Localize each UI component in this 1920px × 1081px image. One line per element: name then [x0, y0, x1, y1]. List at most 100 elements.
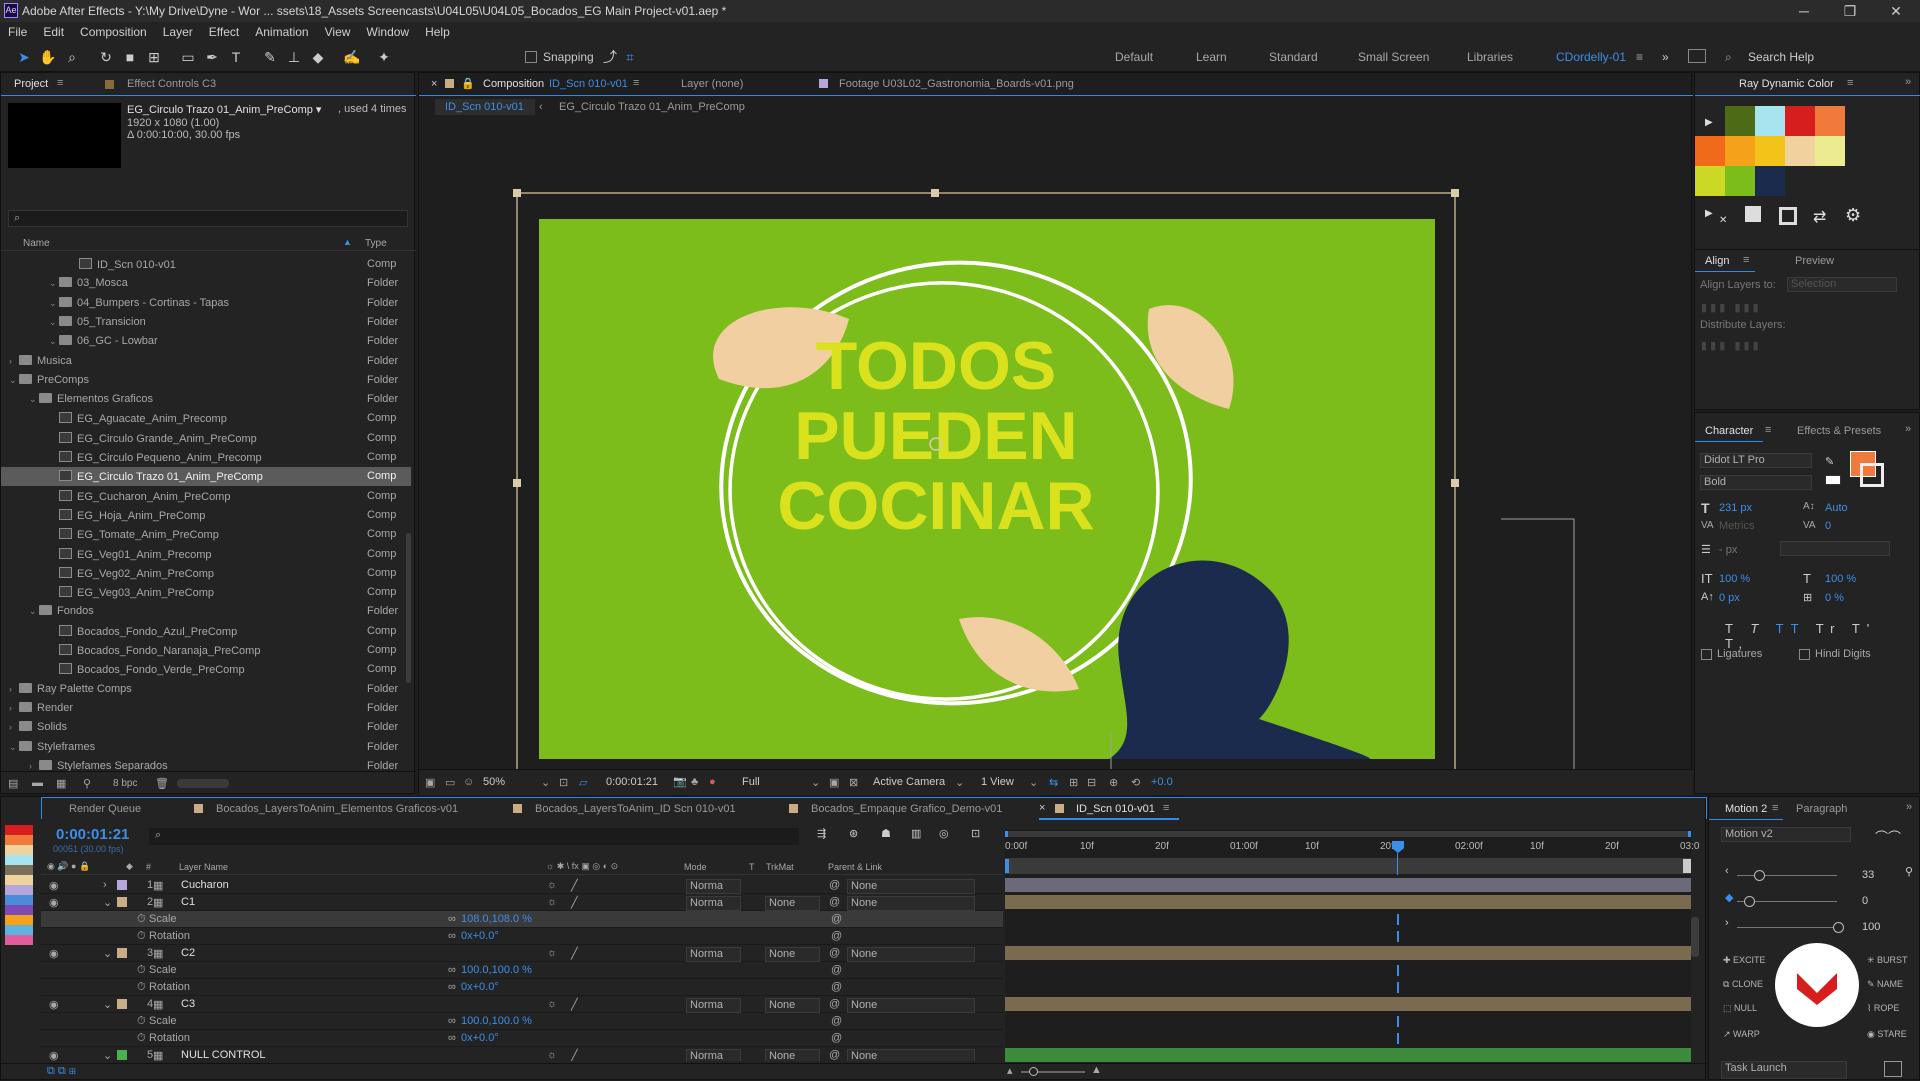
property-row[interactable]: ⏱ Scale ∞ 100.0,100.0 % @	[41, 1013, 1003, 1030]
disclosure-triangle-icon[interactable]: ⌄	[29, 606, 39, 617]
tab-motion2[interactable]: Motion 2	[1725, 803, 1767, 815]
toggle-pixel-aspect-icon[interactable]: ⇆	[1049, 776, 1058, 789]
always-preview-icon[interactable]: ▣	[425, 776, 435, 789]
layer-label-color[interactable]	[117, 1050, 127, 1060]
property-value[interactable]: 100.0,100.0 %	[461, 1015, 532, 1027]
ligatures-checkbox[interactable]	[1701, 649, 1712, 660]
tab-preview[interactable]: Preview	[1795, 255, 1834, 267]
shy-switch-icon[interactable]: ☼	[547, 1049, 557, 1061]
project-comp-row[interactable]: EG_Cucharon_Anim_PreComp Comp	[1, 487, 411, 506]
shy-layers-icon[interactable]: ☗	[881, 827, 891, 840]
selection-tool-icon[interactable]: ➤	[14, 47, 34, 67]
property-row[interactable]: ⏱ Rotation ∞ 0x+0.0° @	[41, 928, 1003, 945]
graph-editor-icon[interactable]: ⊡	[971, 827, 980, 840]
white-swatch[interactable]	[1825, 475, 1841, 485]
rope-button[interactable]: ⌇ ROPE	[1867, 1003, 1899, 1014]
slider3-track[interactable]	[1737, 927, 1837, 928]
constrain-proportions-icon[interactable]: ∞	[448, 981, 456, 993]
project-folder-row[interactable]: ⌄ 06_GC - Lowbar Folder	[1, 332, 411, 351]
motion-blur-icon[interactable]: ◎	[939, 827, 949, 840]
zoom-level[interactable]: 50%	[483, 776, 505, 788]
workspace-standard[interactable]: Standard	[1269, 50, 1318, 64]
property-value[interactable]: 0x+0.0°	[461, 981, 499, 993]
adjust-settings-icon[interactable]: ⚲	[83, 777, 91, 790]
project-comp-row[interactable]: Bocados_Fondo_Verde_PreComp Comp	[1, 660, 411, 679]
blend-mode-dropdown[interactable]: Norma	[686, 998, 741, 1013]
motion-preset-dropdown[interactable]: Motion v2	[1721, 827, 1851, 842]
pick-whip-icon[interactable]: @	[829, 998, 840, 1010]
col-type[interactable]: Type	[365, 238, 387, 249]
transparency-grid-icon[interactable]: ⊠	[849, 776, 858, 789]
project-folder-row[interactable]: ⌄ Styleframes Folder	[1, 738, 411, 757]
stopwatch-icon[interactable]: ⏱	[137, 1032, 146, 1045]
swatch-1[interactable]	[1725, 106, 1755, 136]
palette-settings-icon[interactable]: ⚙	[1845, 205, 1861, 226]
close-button[interactable]: ✕	[1876, 2, 1916, 20]
work-area-end-handle[interactable]	[1683, 859, 1691, 873]
layer-name[interactable]: C1	[181, 896, 195, 908]
menu-composition[interactable]: Composition	[72, 22, 155, 39]
quality-switch-icon[interactable]: ╱	[571, 879, 578, 892]
property-value[interactable]: 0x+0.0°	[461, 1032, 499, 1044]
channel-icon[interactable]: ●	[709, 776, 716, 788]
tab-ray-dynamic-color[interactable]: Ray Dynamic Color	[1739, 78, 1834, 90]
tab-layers-to-anim-eg[interactable]: Bocados_LayersToAnim_Elementos Graficos-…	[216, 803, 458, 815]
minimize-button[interactable]: ─	[1784, 2, 1824, 20]
motion-overflow-icon[interactable]: »	[1906, 801, 1912, 813]
time-zoom-knob[interactable]	[1029, 1067, 1038, 1076]
slider1-value[interactable]: 33	[1862, 869, 1874, 881]
tab-composition-name[interactable]: ID_Scn 010-v01	[549, 78, 628, 90]
menu-animation[interactable]: Animation	[247, 22, 316, 39]
distribute-buttons-row[interactable]: ▮ ▮ ▮ ▮ ▮ ▮	[1701, 339, 1891, 352]
swatch-5[interactable]	[1695, 136, 1725, 166]
quality-switch-icon[interactable]: ╱	[571, 998, 578, 1011]
tab-layer[interactable]: Layer (none)	[681, 78, 743, 90]
title-safe-icon[interactable]: ⊡	[559, 776, 568, 789]
new-folder-icon[interactable]: ▬	[32, 777, 43, 789]
tracking-value[interactable]: 0	[1825, 520, 1831, 532]
track-matte-dropdown[interactable]: None	[765, 896, 820, 911]
menu-help[interactable]: Help	[417, 22, 458, 39]
new-comp-icon[interactable]: ▦	[56, 777, 66, 790]
hindi-digits-checkbox[interactable]	[1799, 649, 1810, 660]
quality-switch-icon[interactable]: ╱	[571, 1049, 578, 1061]
disclosure-triangle-icon[interactable]: ›	[9, 684, 19, 694]
name-button[interactable]: ✎ NAME	[1867, 979, 1903, 990]
layer-row[interactable]: ◉ ⌄ 4 ▦ C3 ☼ ╱ Norma None @ None	[41, 996, 1003, 1013]
character-menu-icon[interactable]: ≡	[1765, 424, 1771, 436]
col-parent[interactable]: Parent & Link	[828, 862, 882, 872]
shy-switch-icon[interactable]: ☼	[547, 879, 557, 891]
layer-row[interactable]: ◉ ⌄ 2 ▦ C1 ☼ ╱ Norma None @ None	[41, 894, 1003, 911]
ray-panel-menu-icon[interactable]: ≡	[1847, 77, 1853, 89]
parent-dropdown[interactable]: None	[847, 879, 975, 894]
swatch-7[interactable]	[1755, 136, 1785, 166]
menu-file[interactable]: File	[0, 22, 35, 39]
exposure-value[interactable]: +0.0	[1151, 776, 1173, 788]
property-value[interactable]: 108.0,108.0 %	[461, 913, 532, 925]
stopwatch-icon[interactable]: ⏱	[137, 913, 146, 926]
brush-tool-icon[interactable]: ✎	[260, 47, 280, 67]
stopwatch-icon[interactable]: ⏱	[137, 1015, 146, 1028]
motion-graph-icon[interactable]: ⌒⌒	[1875, 827, 1901, 846]
constrain-proportions-icon[interactable]: ∞	[448, 930, 456, 942]
timeline-search-input[interactable]: ⌕	[149, 828, 799, 845]
layer-label-color[interactable]	[117, 880, 127, 890]
workspace-libraries[interactable]: Libraries	[1467, 50, 1513, 64]
resolution-dropdown[interactable]: Full	[742, 776, 760, 788]
align-menu-icon[interactable]: ≡	[1743, 254, 1749, 266]
tab-effects-presets[interactable]: Effects & Presets	[1797, 425, 1881, 437]
blend-mode-dropdown[interactable]: Norma	[686, 1049, 741, 1061]
time-navigator-handles[interactable]	[1005, 831, 1691, 837]
project-comp-row[interactable]: ID_Scn 010-v01 Comp	[1, 255, 411, 274]
fast-previews-icon[interactable]: ▣	[829, 776, 839, 789]
task-launch-dropdown[interactable]: Task Launch	[1721, 1061, 1847, 1079]
region-of-interest-icon[interactable]: ▱	[579, 776, 587, 789]
project-folder-row[interactable]: › Musica Folder	[1, 352, 411, 371]
stopwatch-icon[interactable]: ⏱	[137, 930, 146, 943]
align-buttons-row[interactable]: ▮ ▮ ▮ ▮ ▮ ▮	[1701, 301, 1891, 314]
layer-name[interactable]: C2	[181, 947, 195, 959]
visibility-eye-icon[interactable]: ◉	[49, 998, 59, 1011]
tab-footage[interactable]: Footage U03L02_Gastronomia_Boards-v01.pn…	[839, 78, 1074, 90]
expression-pickwhip-icon[interactable]: @	[831, 964, 842, 976]
rectangle-tool-icon[interactable]: ▭	[178, 47, 198, 67]
